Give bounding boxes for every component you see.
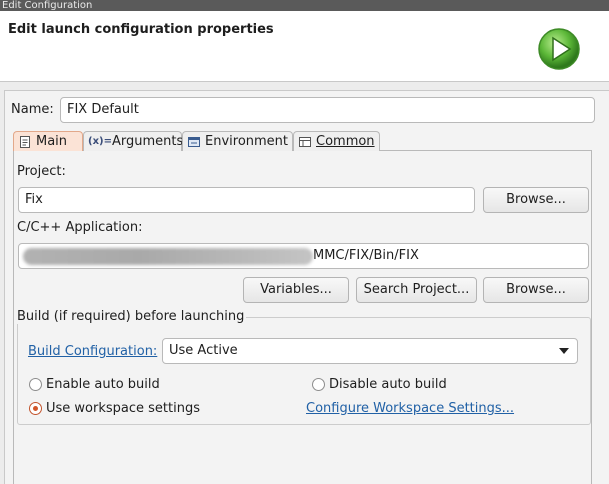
search-project-button[interactable]: Search Project... [356,277,477,303]
window-titlebar: Edit Configuration [0,0,609,11]
run-icon [538,28,580,70]
dialog-header: Edit launch configuration properties [0,11,609,82]
disable-auto-build-label: Disable auto build [329,377,447,392]
enable-auto-build-radio[interactable] [29,378,42,391]
disable-auto-build-radio[interactable] [312,378,325,391]
build-configuration-value: Use Active [169,343,238,358]
tab-common[interactable]: Common [293,131,380,151]
tab-main-label: Main [36,134,68,149]
tab-main[interactable]: Main [13,131,83,151]
tab-environment-label: Environment [205,134,289,149]
configure-workspace-settings-link[interactable]: Configure Workspace Settings... [306,401,514,416]
application-browse-button[interactable]: Browse... [483,277,589,303]
tab-arguments[interactable]: (x)= Arguments [83,131,184,151]
build-configuration-link[interactable]: Build Configuration: [28,344,157,359]
project-input[interactable]: Fix [18,187,475,213]
use-workspace-settings-radio[interactable] [29,402,42,415]
name-label: Name: [11,102,54,117]
enable-auto-build-label: Enable auto build [46,377,160,392]
window-title: Edit Configuration [2,0,93,11]
project-label: Project: [17,164,66,179]
application-label: C/C++ Application: [17,220,143,235]
environment-icon [188,136,200,147]
chevron-down-icon [559,348,569,354]
tab-common-label: Common [316,134,375,149]
application-path-text: MMC/FIX/Bin/FIX [313,248,419,263]
redacted-path-blur [23,248,313,265]
build-group-label: Build (if required) before launching [17,309,247,324]
variables-button[interactable]: Variables... [243,277,349,303]
build-configuration-select[interactable]: Use Active [162,338,578,364]
arguments-icon: (x)= [88,135,112,147]
tab-arguments-label: Arguments [112,134,184,149]
use-workspace-settings-label: Use workspace settings [46,401,200,416]
tab-environment[interactable]: Environment [182,131,293,151]
document-icon [20,135,30,148]
project-browse-button[interactable]: Browse... [483,187,589,213]
common-icon [299,136,311,147]
name-input[interactable]: FIX Default [60,97,595,123]
dialog-title: Edit launch configuration properties [8,22,274,37]
